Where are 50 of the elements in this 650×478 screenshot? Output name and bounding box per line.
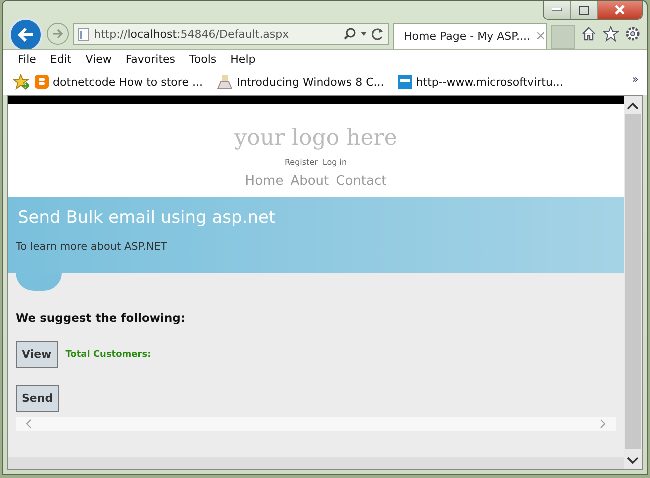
vertical-scrollbar[interactable] bbox=[624, 96, 642, 469]
close-button[interactable] bbox=[598, 1, 642, 19]
scroll-right-icon[interactable] bbox=[600, 419, 606, 429]
blog-icon bbox=[35, 75, 49, 89]
browser-tab[interactable]: Home Page - My ASP.... × bbox=[393, 23, 547, 49]
menu-item[interactable]: View bbox=[78, 53, 119, 66]
favorite-link[interactable]: http--www.microsoftvirtu... bbox=[398, 75, 564, 89]
scroll-down-icon[interactable] bbox=[627, 457, 639, 465]
menu-item[interactable]: Help bbox=[224, 53, 263, 66]
menu-item[interactable]: Edit bbox=[43, 53, 79, 66]
maximize-button[interactable] bbox=[571, 1, 598, 19]
send-button[interactable]: Send bbox=[16, 385, 60, 412]
banner-tab-shape bbox=[16, 273, 62, 291]
address-bar[interactable]: http://localhost:54846/Default.aspx bbox=[73, 23, 389, 45]
arrow-left-icon bbox=[17, 27, 35, 43]
banner-title: Send Bulk email using asp.net bbox=[18, 207, 277, 229]
arrow-right-icon bbox=[52, 29, 64, 39]
logo-text: your logo here bbox=[234, 126, 398, 152]
scroll-up-icon[interactable] bbox=[627, 102, 639, 110]
section-heading: We suggest the following: bbox=[16, 311, 186, 325]
more-button[interactable]: » bbox=[632, 73, 639, 86]
view-button[interactable]: View bbox=[16, 341, 58, 368]
tile-icon bbox=[398, 75, 412, 89]
page-icon bbox=[78, 28, 89, 40]
total-customers-label: Total Customers: bbox=[66, 350, 152, 360]
refresh-icon[interactable] bbox=[372, 28, 384, 40]
tab-title: Home Page - My ASP.... bbox=[404, 30, 530, 43]
banner-subtitle: To learn more about ASP.NET bbox=[16, 241, 168, 253]
menu-item[interactable]: Tools bbox=[182, 53, 224, 66]
address-text: http://localhost:54846/Default.aspx bbox=[94, 28, 290, 40]
app-icon bbox=[216, 74, 233, 90]
settings-icon[interactable] bbox=[625, 26, 641, 42]
search-icon[interactable] bbox=[344, 28, 356, 40]
dropdown-icon[interactable] bbox=[361, 32, 367, 36]
close-icon bbox=[615, 5, 625, 15]
menu-item[interactable]: Favorites bbox=[118, 53, 183, 66]
favorite-link[interactable]: dotnetcode How to store ... bbox=[35, 75, 203, 89]
home-icon[interactable] bbox=[581, 26, 597, 42]
maximize-icon bbox=[579, 6, 589, 14]
star-icon[interactable] bbox=[603, 26, 619, 42]
favorites-star-icon[interactable] bbox=[13, 74, 29, 90]
scroll-left-icon[interactable] bbox=[26, 419, 32, 429]
back-button[interactable] bbox=[9, 18, 43, 52]
horizontal-scrollbar[interactable] bbox=[16, 417, 616, 431]
minimize-icon bbox=[552, 8, 562, 12]
minimize-button[interactable] bbox=[544, 1, 571, 19]
account-link[interactable]: Log in bbox=[322, 158, 348, 167]
favorite-link[interactable]: Introducing Windows 8 C... bbox=[216, 74, 384, 90]
menu-item[interactable]: File bbox=[11, 53, 44, 66]
account-link[interactable]: Register bbox=[284, 158, 318, 167]
